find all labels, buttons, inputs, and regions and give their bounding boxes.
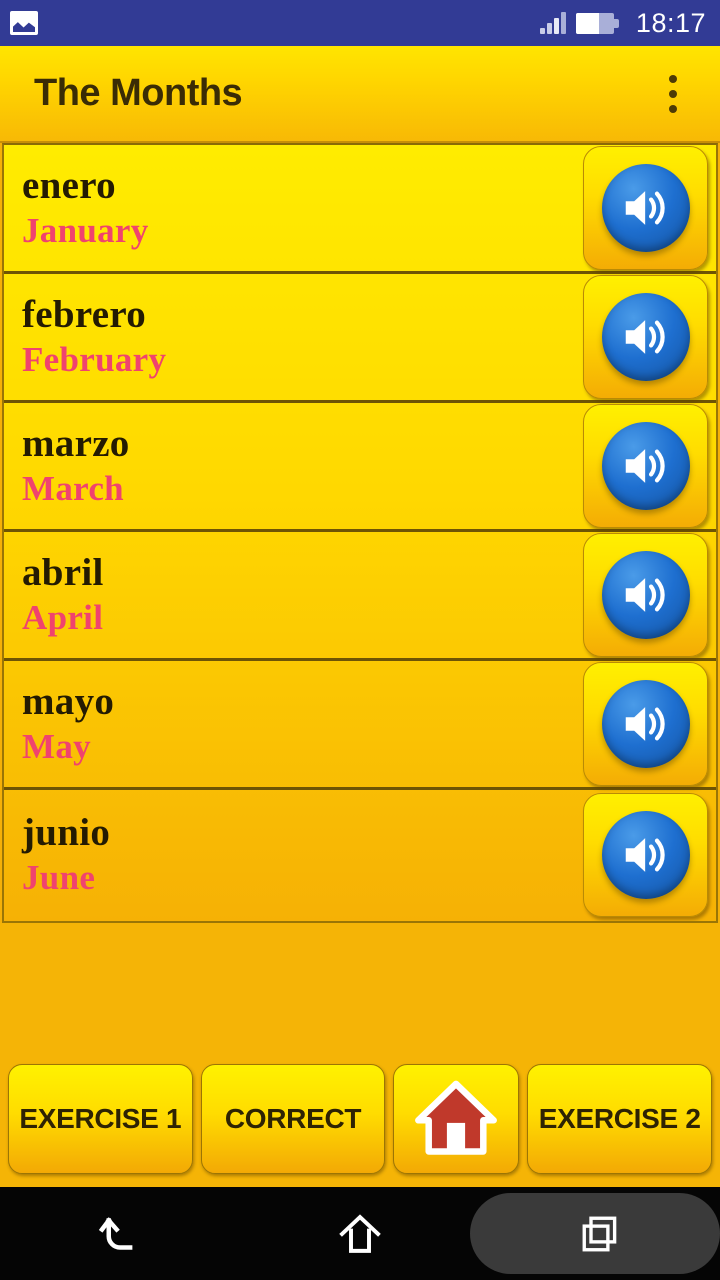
home-outline-icon (339, 1213, 381, 1253)
speaker-icon (625, 449, 665, 483)
status-bar: 18:17 (0, 0, 720, 46)
speaker-circle (601, 551, 690, 639)
recents-squares-icon (582, 1216, 617, 1251)
speaker-icon (625, 707, 665, 741)
home-button[interactable] (393, 1064, 520, 1174)
status-bar-right: 18:17 (539, 7, 706, 38)
speaker-icon (625, 191, 665, 225)
nav-back-button[interactable] (0, 1187, 240, 1280)
list-item-texts: mayo May (22, 680, 583, 767)
action-bar: The Months (0, 46, 720, 143)
battery-icon (575, 12, 619, 34)
speak-button[interactable] (583, 792, 708, 917)
speaker-icon (625, 320, 665, 354)
speaker-circle (601, 422, 690, 510)
word-native: junio (22, 810, 111, 854)
list-item-texts: marzo March (22, 422, 583, 509)
overflow-menu-icon[interactable] (656, 71, 690, 117)
speaker-circle (601, 293, 690, 381)
list-item[interactable]: mayo May (4, 661, 716, 790)
list-item-texts: junio June (22, 810, 583, 897)
battery-fill (575, 12, 600, 34)
nav-recents-button[interactable] (470, 1187, 720, 1280)
list-item[interactable]: enero January (4, 145, 716, 274)
speak-button[interactable] (583, 662, 708, 786)
list-item-texts: abril April (22, 551, 583, 638)
home-house-icon (415, 1080, 498, 1155)
system-nav-bar (0, 1187, 720, 1280)
list-item[interactable]: febrero February (4, 274, 716, 403)
content-spacer (0, 923, 720, 1055)
speak-button[interactable] (583, 533, 708, 657)
word-native: enero (22, 164, 116, 208)
word-translation: May (22, 727, 91, 767)
word-translation: January (22, 211, 149, 251)
list-item-texts: febrero February (22, 293, 583, 380)
list-item[interactable]: abril April (4, 532, 716, 661)
word-native: febrero (22, 293, 147, 337)
word-translation: April (22, 598, 104, 638)
page-title: The Months (34, 72, 243, 114)
speaker-circle (601, 164, 690, 252)
speaker-circle (601, 680, 690, 768)
word-translation: February (22, 340, 167, 380)
word-native: abril (22, 551, 104, 595)
status-bar-left (10, 11, 38, 35)
phone-screen: 18:17 The Months enero January febrero Febr… (0, 0, 720, 1280)
word-translation: March (22, 469, 124, 509)
nav-home-button[interactable] (240, 1187, 480, 1280)
back-arrow-icon (98, 1216, 133, 1250)
exercise-1-button[interactable]: EXERCISE 1 (8, 1064, 193, 1174)
list-item-texts: enero January (22, 164, 583, 251)
correct-button[interactable]: CORRECT (200, 1064, 386, 1174)
list-item[interactable]: junio June (4, 790, 716, 919)
image-icon (10, 11, 38, 35)
signal-bars-icon (539, 12, 566, 34)
status-bar-clock: 18:17 (635, 7, 706, 38)
speaker-icon (625, 837, 665, 872)
speak-button[interactable] (583, 404, 708, 528)
speak-button[interactable] (583, 146, 708, 270)
months-list[interactable]: enero January febrero February marzo March abr… (2, 143, 718, 923)
speaker-circle (601, 810, 690, 899)
list-item[interactable]: marzo March (4, 403, 716, 532)
exercise-2-button[interactable]: EXERCISE 2 (527, 1064, 713, 1174)
speaker-icon (625, 578, 665, 612)
word-native: mayo (22, 680, 115, 724)
word-translation: June (22, 857, 96, 897)
word-native: marzo (22, 422, 130, 466)
speak-button[interactable] (583, 275, 708, 399)
bottom-button-bar: EXERCISE 1 CORRECT EXERCISE 2 (0, 1055, 720, 1187)
